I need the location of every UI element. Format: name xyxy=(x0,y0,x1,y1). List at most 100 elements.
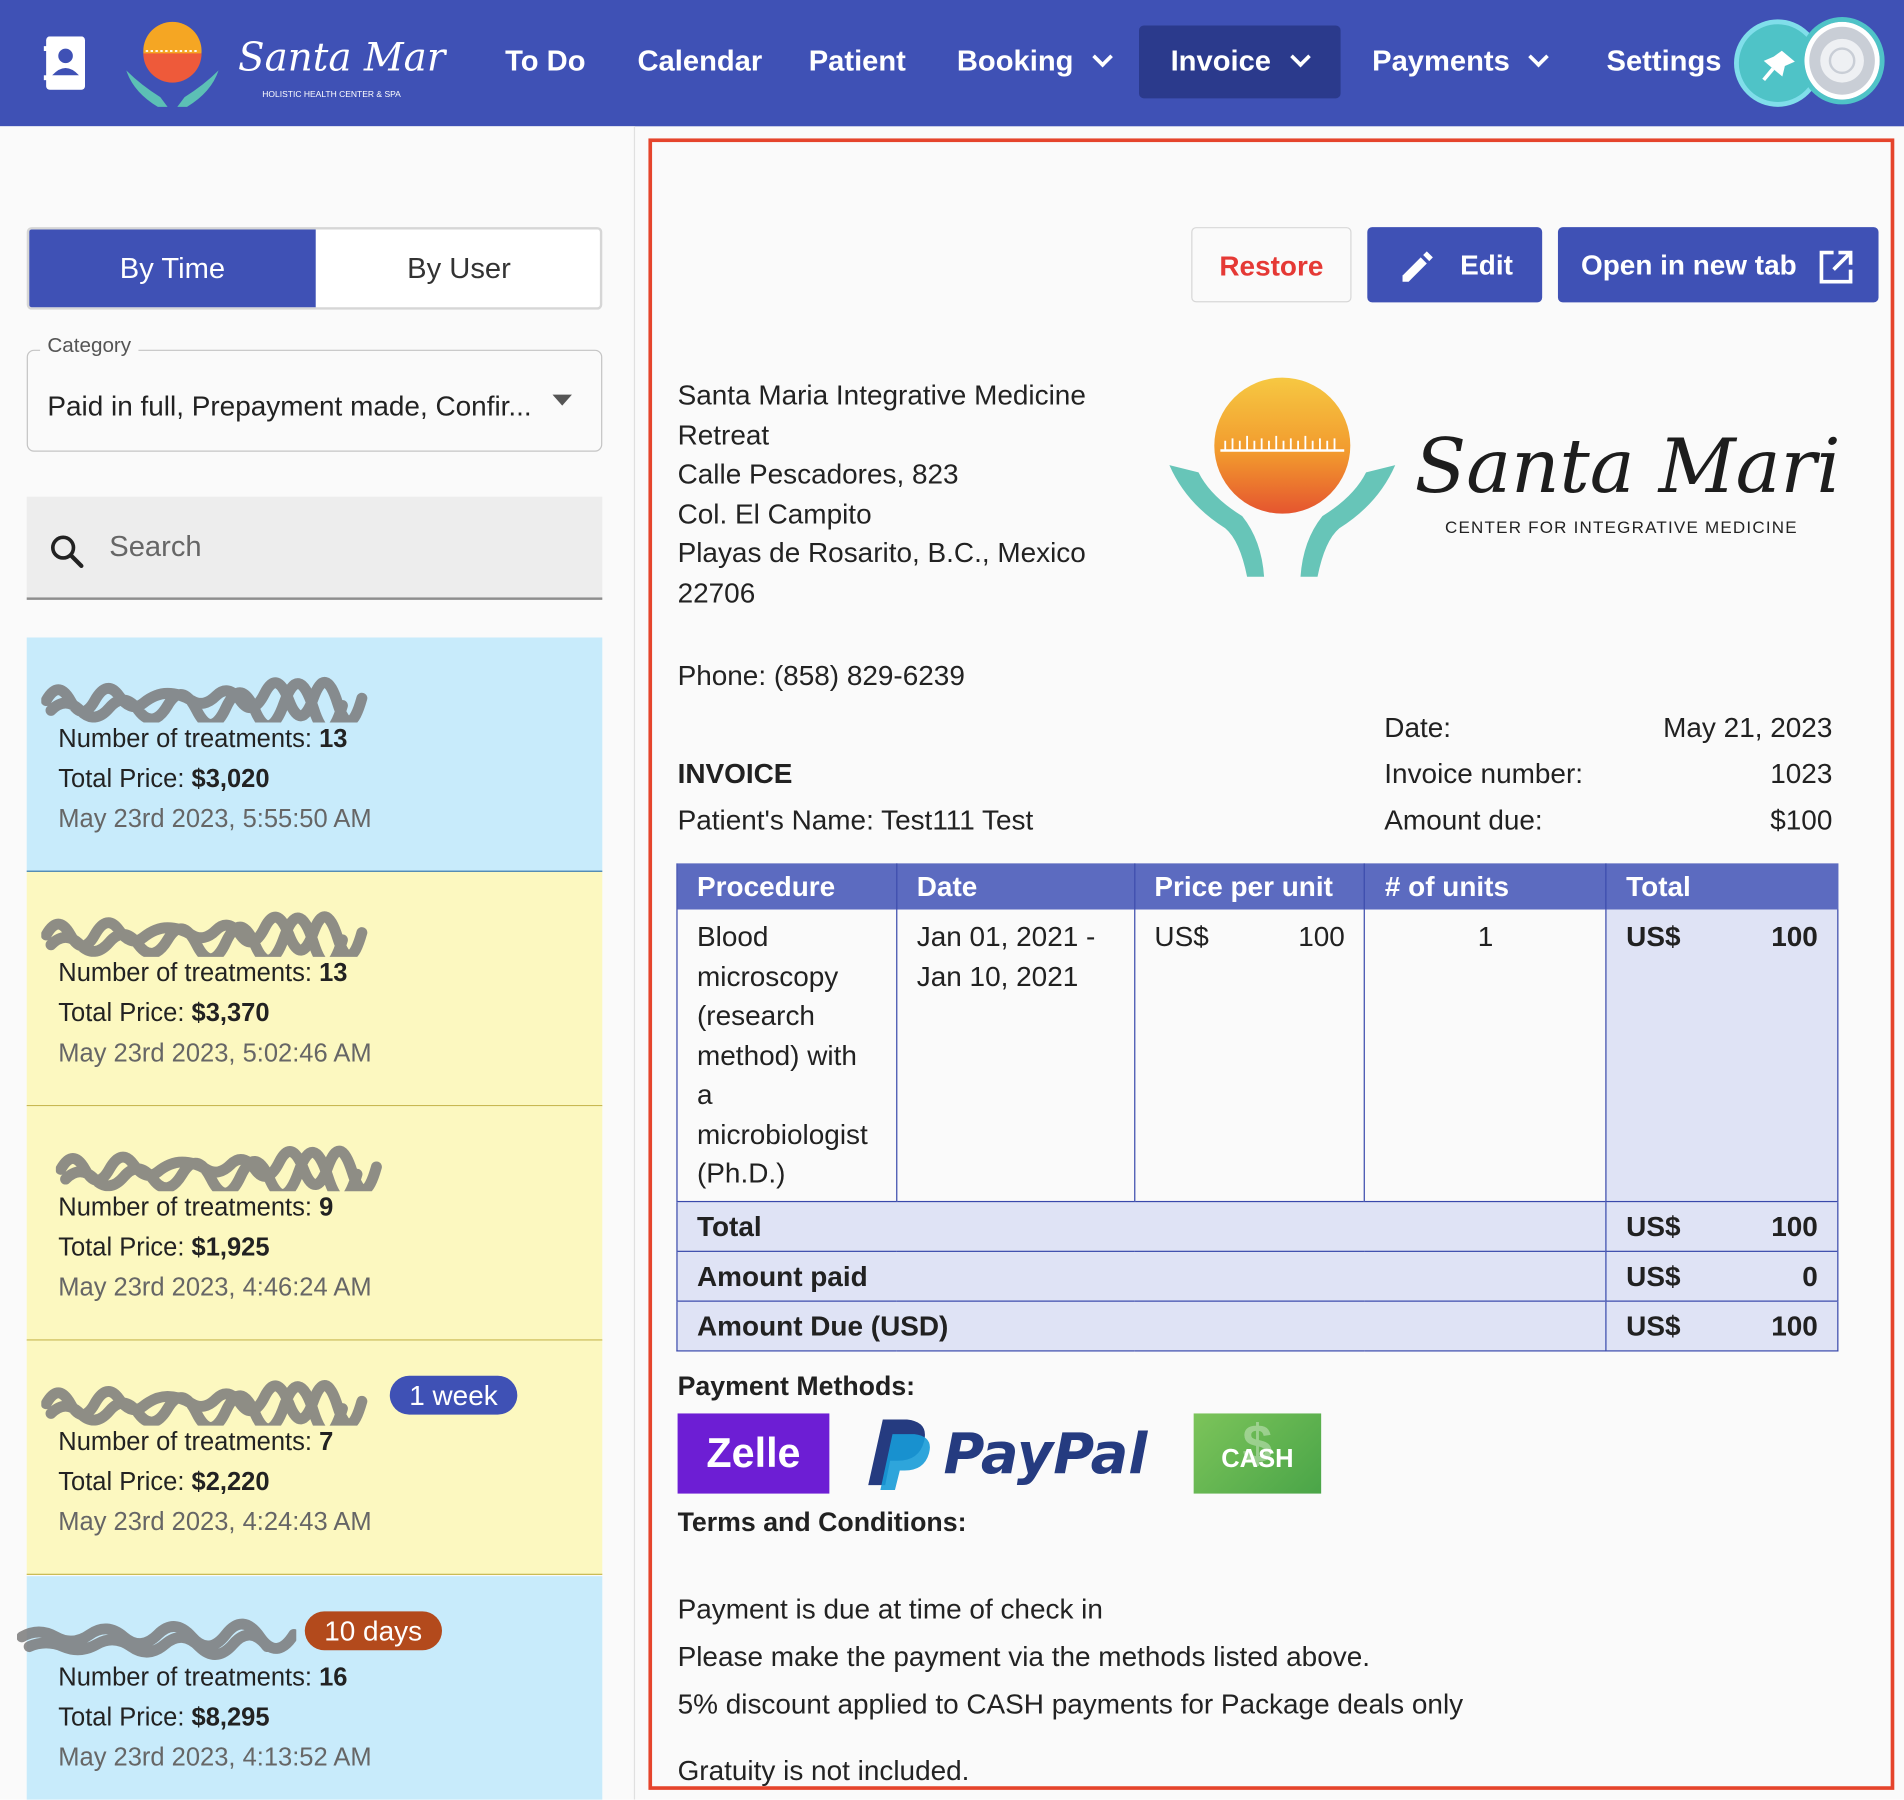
total-price: Total Price: $3,370 xyxy=(58,999,269,1028)
cash-logo: $ CASH xyxy=(1193,1413,1322,1494)
nav-booking-label: Booking xyxy=(956,44,1074,78)
price-value: 100 xyxy=(1298,920,1345,953)
currency: US$ xyxy=(1626,1210,1681,1242)
summary-value: 0 xyxy=(1802,1259,1818,1292)
search-icon xyxy=(51,535,84,568)
restore-button[interactable]: Restore xyxy=(1191,227,1352,303)
invoice-table: Procedure Date Price per unit # of units… xyxy=(676,863,1839,1351)
summary-label: Amount Due (USD) xyxy=(676,1299,1607,1351)
nav-invoice[interactable]: Invoice xyxy=(1139,25,1341,99)
nav-todo[interactable]: To Do xyxy=(505,26,585,99)
list-item[interactable]: 1 week Number of treatments: 7 Total Pri… xyxy=(26,1340,603,1575)
list-item[interactable]: Number of treatments: 9 Total Price: $1,… xyxy=(26,1106,603,1341)
redacted-name xyxy=(41,911,368,957)
date-cell: Jan 01, 2021 - Jan 10, 2021 xyxy=(896,909,1135,1201)
card-timestamp: May 23rd 2023, 5:02:46 AM xyxy=(58,1039,372,1068)
nav-invoice-label: Invoice xyxy=(1170,44,1272,78)
toggle-by-user[interactable]: By User xyxy=(316,230,600,308)
edit-button[interactable]: Edit xyxy=(1367,227,1543,303)
currency: US$ xyxy=(1626,1309,1681,1342)
invoice-panel: Restore Edit Open in new tab Santa Maria… xyxy=(648,138,1895,1790)
search-box xyxy=(26,496,603,600)
avatar-image-icon xyxy=(1820,38,1864,83)
sidebar: By Time By User Category Paid in full, P… xyxy=(0,126,636,1800)
amount-due-value: $100 xyxy=(1770,803,1833,836)
address-line: Retreat xyxy=(677,418,770,450)
summary-amount: US$ 100 xyxy=(1605,1299,1839,1351)
price-label: Total Price: xyxy=(58,765,185,793)
price-value: $3,370 xyxy=(191,999,270,1028)
col-units: # of units xyxy=(1364,863,1607,910)
price-value: $1,925 xyxy=(191,1233,270,1262)
price-label: Total Price: xyxy=(58,1468,185,1497)
card-timestamp: May 23rd 2023, 4:46:24 AM xyxy=(58,1273,372,1302)
brand-logo[interactable]: Santa Maria HOLISTIC HEALTH CENTER & SPA xyxy=(119,12,447,109)
date-label: Date: xyxy=(1384,711,1452,744)
search-input[interactable] xyxy=(109,523,583,572)
treatments-label: Number of treatments: xyxy=(58,1428,312,1456)
redacted-name xyxy=(41,676,368,723)
col-date: Date xyxy=(896,863,1135,910)
nav-calendar[interactable]: Calendar xyxy=(638,26,763,99)
date-value: May 21, 2023 xyxy=(1663,711,1833,744)
summary-value: 100 xyxy=(1771,1210,1818,1242)
currency: US$ xyxy=(1154,920,1209,953)
total-value: 100 xyxy=(1771,920,1818,953)
treatments-count: Number of treatments: 9 xyxy=(58,1194,333,1223)
open-new-tab-label: Open in new tab xyxy=(1580,248,1797,281)
treatments-count: Number of treatments: 13 xyxy=(58,725,347,754)
terms-title: Terms and Conditions: xyxy=(677,1506,967,1538)
clinic-address: Santa Maria Integrative Medicine Retreat… xyxy=(678,375,1086,612)
edit-button-label: Edit xyxy=(1460,248,1513,281)
clinic-logo: Santa Maria CENTER FOR INTEGRATIVE MEDIC… xyxy=(1169,377,1842,577)
price-cell: US$ 100 xyxy=(1133,909,1366,1201)
treatments-value: 13 xyxy=(319,724,348,753)
card-timestamp: May 23rd 2023, 4:24:43 AM xyxy=(58,1508,372,1537)
nav-booking[interactable]: Booking xyxy=(956,26,1113,99)
total-cell: US$ 100 xyxy=(1605,909,1839,1201)
view-toggle: By Time By User xyxy=(26,227,603,310)
top-nav: Santa Maria HOLISTIC HEALTH CENTER & SPA… xyxy=(0,0,1904,127)
address-line: 22706 xyxy=(677,576,756,608)
list-item[interactable]: Number of treatments: 13 Total Price: $3… xyxy=(26,871,603,1107)
list-item[interactable]: 10 days Number of treatments: 16 Total P… xyxy=(17,1576,603,1800)
treatments-count: Number of treatments: 7 xyxy=(58,1428,333,1457)
total-price: Total Price: $8,295 xyxy=(58,1704,269,1733)
category-select[interactable]: Category Paid in full, Prepayment made, … xyxy=(26,333,603,452)
toggle-by-time[interactable]: By Time xyxy=(29,229,316,308)
price-label: Total Price: xyxy=(58,999,185,1028)
terms-line: 5% discount applied to CASH payments for… xyxy=(677,1687,1464,1720)
card-timestamp: May 23rd 2023, 5:55:50 AM xyxy=(58,805,372,834)
procedure-cell: Blood microscopy (research method) with … xyxy=(676,909,898,1201)
clinic-phone: Phone: (858) 829-6239 xyxy=(677,659,965,691)
terms-line: Please make the payment via the methods … xyxy=(677,1640,1370,1673)
invoice-number-value: 1023 xyxy=(1770,757,1833,790)
price-value: $8,295 xyxy=(191,1703,270,1732)
paypal-logo: PayPal xyxy=(868,1419,1148,1490)
open-in-new-icon xyxy=(1819,250,1853,284)
open-new-tab-button[interactable]: Open in new tab xyxy=(1557,227,1879,303)
status-badge: 10 days xyxy=(304,1611,442,1651)
address-line: Calle Pescadores, 823 xyxy=(677,457,959,490)
price-label: Total Price: xyxy=(58,1703,185,1732)
summary-amount: US$ 100 xyxy=(1605,1200,1839,1251)
brand-subtitle: HOLISTIC HEALTH CENTER & SPA xyxy=(262,89,401,99)
treatments-value: 9 xyxy=(319,1193,334,1222)
status-badge: 1 week xyxy=(389,1375,518,1415)
date-end: Jan 10, 2021 xyxy=(916,959,1079,992)
logo-name: Santa Maria xyxy=(1415,422,1842,510)
nav-settings[interactable]: Settings xyxy=(1607,26,1722,99)
dropdown-arrow-icon[interactable] xyxy=(552,394,572,406)
nav-payments[interactable]: Payments xyxy=(1372,26,1550,99)
price-value: $2,220 xyxy=(191,1468,270,1497)
treatments-label: Number of treatments: xyxy=(58,1193,312,1222)
currency: US$ xyxy=(1626,1259,1681,1292)
user-avatar[interactable] xyxy=(1799,17,1885,105)
nav-patient[interactable]: Patient xyxy=(809,26,906,99)
contacts-book-icon[interactable] xyxy=(43,36,88,90)
treatments-value: 16 xyxy=(319,1663,348,1692)
payment-methods-title: Payment Methods: xyxy=(677,1370,916,1402)
list-item[interactable]: Number of treatments: 13 Total Price: $3… xyxy=(26,637,603,872)
address-line: Col. El Campito xyxy=(677,497,872,529)
app-root: Santa Maria HOLISTIC HEALTH CENTER & SPA… xyxy=(0,0,1904,1800)
